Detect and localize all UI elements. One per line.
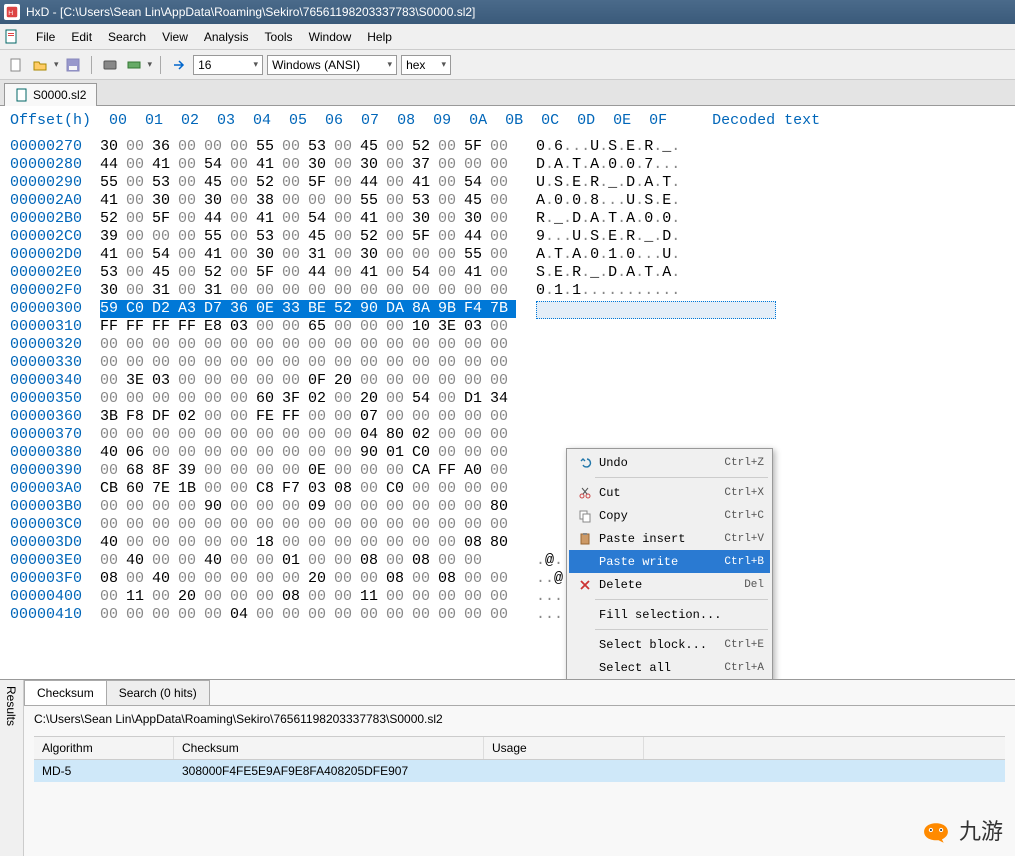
tab-search[interactable]: Search (0 hits) xyxy=(106,680,210,705)
hex-row[interactable]: 00000340003E0300000000000F20000000000000 xyxy=(10,372,1005,390)
selection-highlight xyxy=(536,301,776,319)
hex-row[interactable]: 000003B000000000900000000900000000000080 xyxy=(10,498,1005,516)
hex-row[interactable]: 000003F008004000000000002000000800080000… xyxy=(10,570,1005,588)
toolbar: ▾ ▾ 16▾ Windows (ANSI)▾ hex▾ xyxy=(0,50,1015,80)
watermark: 九游 xyxy=(919,814,1003,846)
hex-row[interactable]: 0000037000000000000000000000048002000000 xyxy=(10,426,1005,444)
undo-icon xyxy=(575,456,595,470)
disk-button[interactable] xyxy=(100,55,120,75)
arrow-icon[interactable] xyxy=(169,55,189,75)
new-file-button[interactable] xyxy=(6,55,26,75)
ram-button[interactable] xyxy=(124,55,144,75)
copy-icon xyxy=(575,509,595,523)
hex-row[interactable]: 00000380400600000000000000009001C0000000 xyxy=(10,444,1005,462)
file-icon xyxy=(15,88,29,102)
checksum-table: Algorithm Checksum Usage MD-5 308000F4FE… xyxy=(34,736,1005,782)
watermark-icon xyxy=(919,816,953,844)
window-title: HxD - [C:\Users\Sean Lin\AppData\Roaming… xyxy=(26,5,475,19)
save-button[interactable] xyxy=(63,55,83,75)
file-tab[interactable]: S0000.sl2 xyxy=(4,83,97,106)
hex-row[interactable]: 000003D040000000000018000000000000000880 xyxy=(10,534,1005,552)
col-usage[interactable]: Usage xyxy=(484,737,644,759)
bytes-per-row-combo[interactable]: 16▾ xyxy=(193,55,263,75)
menu-file[interactable]: File xyxy=(28,27,63,47)
ctx-delete[interactable]: DeleteDel xyxy=(569,573,770,596)
hex-row[interactable]: 000002E05300450052005F004400410054004100… xyxy=(10,264,1005,282)
menu-edit[interactable]: Edit xyxy=(63,27,100,47)
context-menu: UndoCtrl+Z CutCtrl+X CopyCtrl+C Paste in… xyxy=(566,448,773,679)
menu-search[interactable]: Search xyxy=(100,27,154,47)
ctx-cut[interactable]: CutCtrl+X xyxy=(569,481,770,504)
hex-row[interactable]: 000002C03900000055005300450052005F004400… xyxy=(10,228,1005,246)
menu-help[interactable]: Help xyxy=(359,27,400,47)
hex-row[interactable]: 0000030059C0D2A3D7360E33BE5290DA8A9BF47B xyxy=(10,300,1005,318)
hex-row[interactable]: 0000041000000000000400000000000000000000… xyxy=(10,606,1005,624)
hex-row[interactable]: 0000029055005300450052005F00440041005400… xyxy=(10,174,1005,192)
menu-view[interactable]: View xyxy=(154,27,196,47)
ctx-paste-write[interactable]: Paste writeCtrl+B xyxy=(569,550,770,573)
open-file-button[interactable] xyxy=(30,55,50,75)
file-tab-label: S0000.sl2 xyxy=(33,88,86,102)
hex-row[interactable]: 000003603BF8DF020000FEFF0000070000000000 xyxy=(10,408,1005,426)
menu-analysis[interactable]: Analysis xyxy=(196,27,257,47)
col-checksum[interactable]: Checksum xyxy=(174,737,484,759)
hex-row[interactable]: 000002F030003100310000000000000000000000… xyxy=(10,282,1005,300)
hex-row[interactable]: 0000032000000000000000000000000000000000 xyxy=(10,336,1005,354)
hex-row[interactable]: 000003A0CB607E1B0000C8F7030800C000000000 xyxy=(10,480,1005,498)
menu-window[interactable]: Window xyxy=(301,27,360,47)
hex-row[interactable]: 000002B052005F00440041005400410030003000… xyxy=(10,210,1005,228)
ctx-undo[interactable]: UndoCtrl+Z xyxy=(569,451,770,474)
app-icon: H xyxy=(4,4,20,20)
hex-row[interactable]: 0000040000110020000000080000110000000000… xyxy=(10,588,1005,606)
base-combo[interactable]: hex▾ xyxy=(401,55,451,75)
result-tabs: Checksum Search (0 hits) xyxy=(24,680,1015,706)
result-file-path: C:\Users\Sean Lin\AppData\Roaming\Sekiro… xyxy=(24,706,1015,732)
hex-row[interactable]: 0000028044004100540041003000300037000000… xyxy=(10,156,1005,174)
tab-checksum[interactable]: Checksum xyxy=(24,680,107,705)
hex-row[interactable]: 000003E0004000004000000100000800080000.@… xyxy=(10,552,1005,570)
svg-text:H: H xyxy=(8,10,13,17)
hex-header: Offset(h) 00 01 02 03 04 05 06 07 08 09 … xyxy=(10,112,1005,130)
ctx-paste-insert[interactable]: Paste insertCtrl+V xyxy=(569,527,770,550)
hex-row[interactable]: 000002A041003000300038000000550053004500… xyxy=(10,192,1005,210)
menu-tools[interactable]: Tools xyxy=(257,27,301,47)
ctx-fill-selection[interactable]: Fill selection... xyxy=(569,603,770,626)
charset-combo[interactable]: Windows (ANSI)▾ xyxy=(267,55,397,75)
menu-bar: File Edit Search View Analysis Tools Win… xyxy=(0,24,1015,50)
checksum-row[interactable]: MD-5 308000F4FE5E9AF9E8FA408205DFE907 xyxy=(34,760,1005,782)
paste-icon xyxy=(575,532,595,546)
tab-bar: S0000.sl2 xyxy=(0,80,1015,106)
title-bar: H HxD - [C:\Users\Sean Lin\AppData\Roami… xyxy=(0,0,1015,24)
hex-row[interactable]: 00000310FFFFFFFFE803000065000000103E0300 xyxy=(10,318,1005,336)
hex-row[interactable]: 000003C000000000000000000000000000000000 xyxy=(10,516,1005,534)
hex-row[interactable]: 0000039000688F39000000000E000000CAFFA000 xyxy=(10,462,1005,480)
results-side-label: Results xyxy=(0,680,24,856)
hex-editor[interactable]: Offset(h) 00 01 02 03 04 05 06 07 08 09 … xyxy=(0,106,1015,679)
delete-icon xyxy=(575,578,595,592)
col-algorithm[interactable]: Algorithm xyxy=(34,737,174,759)
ctx-select-block[interactable]: Select block...Ctrl+E xyxy=(569,633,770,656)
cut-icon xyxy=(575,486,595,500)
hex-row[interactable]: 000002D041005400410030003100300000005500… xyxy=(10,246,1005,264)
document-icon xyxy=(4,29,20,45)
hex-row[interactable]: 0000033000000000000000000000000000000000 xyxy=(10,354,1005,372)
bottom-panel: Results Checksum Search (0 hits) C:\User… xyxy=(0,679,1015,856)
ctx-select-all[interactable]: Select allCtrl+A xyxy=(569,656,770,679)
hex-row[interactable]: 00000350000000000000603F020020005400D134 xyxy=(10,390,1005,408)
ctx-copy[interactable]: CopyCtrl+C xyxy=(569,504,770,527)
hex-row[interactable]: 0000027030003600000055005300450052005F00… xyxy=(10,138,1005,156)
